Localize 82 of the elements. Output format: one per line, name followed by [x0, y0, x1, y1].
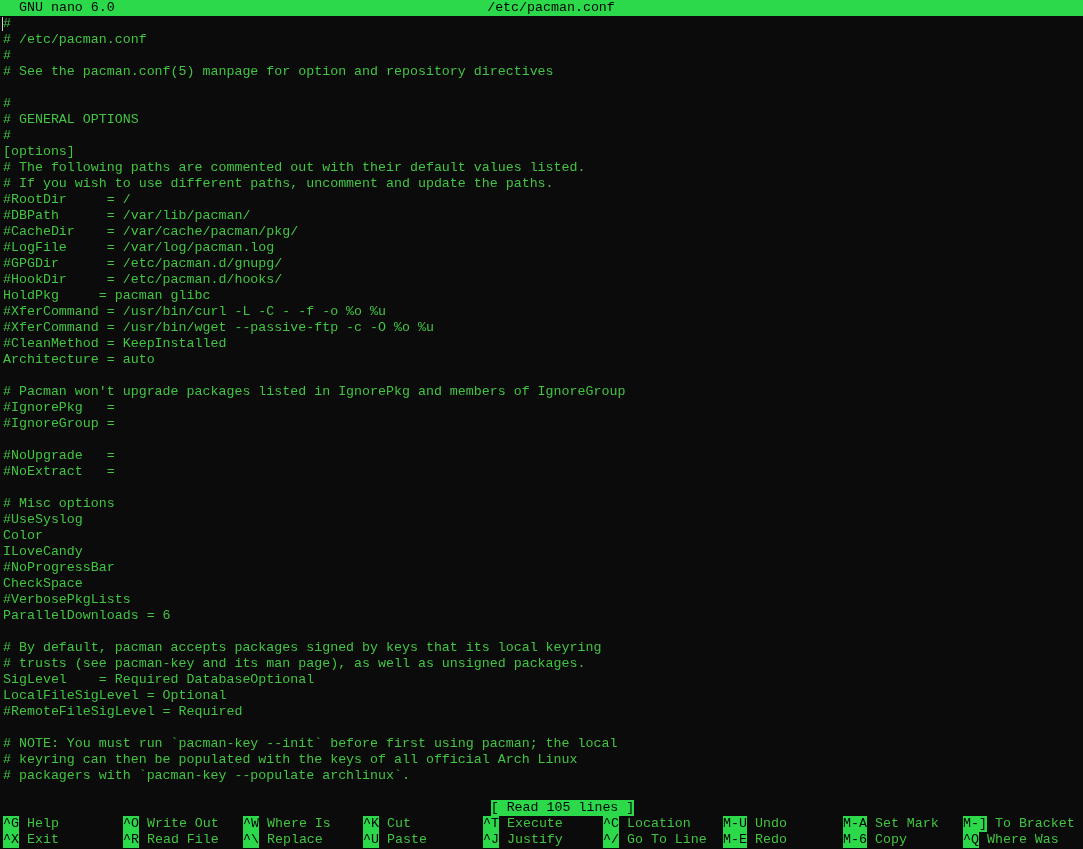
- shortcut-label: Exit: [26, 832, 59, 848]
- code-line: LocalFileSigLevel = Optional: [3, 688, 227, 704]
- code-line: #NoUpgrade =: [3, 448, 115, 464]
- shortcut-label: Location: [626, 816, 691, 832]
- code-line: # trusts (see pacman-key and its man page), as well as unsigned packages.: [3, 656, 586, 672]
- code-line: #NoProgressBar: [3, 560, 115, 576]
- code-line: Architecture = auto: [3, 352, 155, 368]
- shortcut-label: Where Is: [266, 816, 331, 832]
- shortcut-label: Execute: [506, 816, 563, 832]
- shortcut-key: ^O: [123, 816, 139, 832]
- code-line: # If you wish to use different paths, uncomment and update the paths.: [3, 176, 554, 192]
- shortcut-key: M-U: [723, 816, 747, 832]
- shortcut-label: Set Mark: [874, 816, 939, 832]
- shortcut-key: ^U: [363, 832, 379, 848]
- shortcut-label: Go To Line: [626, 832, 707, 848]
- code-line: # Pacman won't upgrade packages listed in IgnorePkg and members of IgnoreGroup: [3, 384, 626, 400]
- shortcut-label: Cut: [386, 816, 411, 832]
- shortcut-key: ^J: [483, 832, 499, 848]
- code-line: #LogFile = /var/log/pacman.log: [3, 240, 275, 256]
- shortcut-key: M-E: [723, 832, 747, 848]
- shortcut-label: Read File: [146, 832, 219, 848]
- code-line: # keyring can then be populated with the keys of all official Arch Linux: [3, 752, 578, 768]
- shortcut-label: Undo: [754, 816, 787, 832]
- code-line: # packagers with `pacman-key --populate archlinux`.: [3, 768, 410, 784]
- shortcut-label: To Bracket: [994, 816, 1075, 832]
- code-line: # GENERAL OPTIONS: [3, 112, 139, 128]
- code-line: #GPGDir = /etc/pacman.d/gnupg/: [3, 256, 283, 272]
- code-line: #IgnorePkg =: [3, 400, 115, 416]
- code-line: #: [3, 128, 11, 144]
- code-line: [options]: [3, 144, 75, 160]
- code-line: #RemoteFileSigLevel = Required: [3, 704, 243, 720]
- shortcut-label: Copy: [874, 832, 907, 848]
- shortcut-key: ^T: [483, 816, 499, 832]
- code-line: #IgnoreGroup =: [3, 416, 115, 432]
- code-line: #XferCommand = /usr/bin/wget --passive-ftp -c -O %o %u: [3, 320, 434, 336]
- code-line: #: [3, 48, 11, 64]
- shortcut-key: ^X: [3, 832, 19, 848]
- code-line: #RootDir = /: [3, 192, 131, 208]
- code-line: ParallelDownloads = 6: [3, 608, 171, 624]
- code-line: #HookDir = /etc/pacman.d/hooks/: [3, 272, 283, 288]
- code-line: CheckSpace: [3, 576, 83, 592]
- code-line: # By default, pacman accepts packages signed by keys that its local keyring: [3, 640, 602, 656]
- shortcut-key: ^K: [363, 816, 379, 832]
- shortcut-key: M-A: [843, 816, 867, 832]
- code-line: HoldPkg = pacman glibc: [3, 288, 211, 304]
- code-line: #UseSyslog: [3, 512, 83, 528]
- code-line: # /etc/pacman.conf: [3, 32, 147, 48]
- shortcut-label: Redo: [754, 832, 787, 848]
- shortcut-key: ^G: [3, 816, 19, 832]
- code-line: #NoExtract =: [3, 464, 115, 480]
- code-line: # The following paths are commented out with their default values listed.: [3, 160, 586, 176]
- code-line: #VerbosePkgLists: [3, 592, 131, 608]
- status-message: [ Read 105 lines ]: [490, 800, 635, 816]
- code-line: # See the pacman.conf(5) manpage for option and repository directives: [3, 64, 554, 80]
- code-line: #DBPath = /var/lib/pacman/: [3, 208, 251, 224]
- shortcut-label: Where Was: [986, 832, 1059, 848]
- shortcut-label: Justify: [506, 832, 563, 848]
- app-version: GNU nano 6.0: [19, 0, 116, 16]
- file-name: /etc/pacman.conf: [487, 0, 615, 16]
- code-line: #: [3, 16, 11, 32]
- code-line: # NOTE: You must run `pacman-key --init` before first using pacman; the local: [3, 736, 618, 752]
- code-line: #: [3, 96, 11, 112]
- shortcut-key: M-]: [963, 816, 987, 832]
- shortcut-label: Write Out: [146, 816, 219, 832]
- code-line: SigLevel = Required DatabaseOptional: [3, 672, 315, 688]
- shortcut-key: ^\: [243, 832, 259, 848]
- code-line: #CleanMethod = KeepInstalled: [3, 336, 227, 352]
- shortcut-label: Paste: [386, 832, 427, 848]
- code-line: Color: [3, 528, 43, 544]
- shortcut-key: ^Q: [963, 832, 979, 848]
- shortcut-key: ^W: [243, 816, 259, 832]
- text-cursor: [2, 17, 3, 31]
- shortcut-key: ^C: [603, 816, 619, 832]
- shortcut-key: ^R: [123, 832, 139, 848]
- code-line: # Misc options: [3, 496, 115, 512]
- code-line: #XferCommand = /usr/bin/curl -L -C - -f -o %o %u: [3, 304, 386, 320]
- shortcut-label: Help: [26, 816, 59, 832]
- shortcut-key: M-6: [843, 832, 867, 848]
- code-line: ILoveCandy: [3, 544, 83, 560]
- code-line: #CacheDir = /var/cache/pacman/pkg/: [3, 224, 299, 240]
- shortcut-key: ^/: [603, 832, 619, 848]
- shortcut-label: Replace: [266, 832, 323, 848]
